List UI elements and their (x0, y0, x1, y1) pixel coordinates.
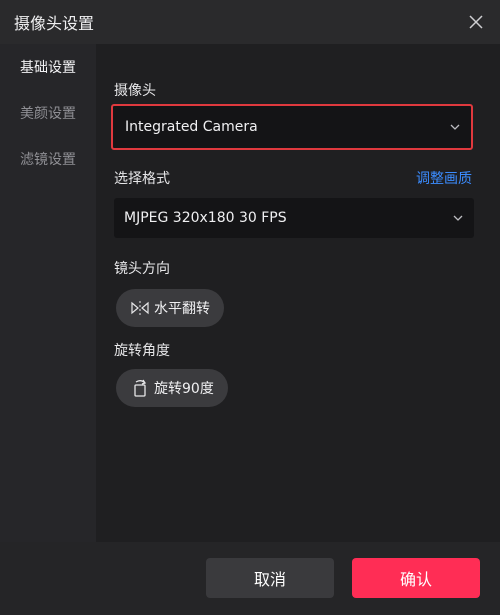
close-icon[interactable] (466, 12, 486, 32)
dialog-footer: 取消 确认 (0, 542, 500, 615)
camera-select-value: Integrated Camera (125, 119, 258, 135)
sidebar-item-filter[interactable]: 滤镜设置 (0, 136, 96, 182)
sidebar-item-label: 滤镜设置 (20, 152, 76, 168)
format-select[interactable]: MJPEG 320x180 30 FPS (114, 198, 474, 238)
window-title: 摄像头设置 (14, 14, 95, 33)
flip-horizontal-button[interactable]: 水平翻转 (116, 289, 224, 327)
rotate-90-label: 旋转90度 (154, 381, 214, 397)
sidebar-item-beauty[interactable]: 美颜设置 (0, 90, 96, 136)
sidebar-item-label: 基础设置 (20, 60, 76, 76)
rotate-icon (134, 379, 147, 397)
format-select-value: MJPEG 320x180 30 FPS (124, 210, 287, 226)
rotate-90-button[interactable]: 旋转90度 (116, 369, 228, 407)
format-label: 选择格式 (114, 171, 170, 187)
flip-horizontal-icon (131, 301, 149, 315)
chevron-down-icon (450, 124, 460, 130)
camera-label: 摄像头 (114, 83, 156, 99)
settings-panel: 摄像头 Integrated Camera 选择格式 调整画质 MJPEG 32… (96, 44, 500, 542)
title-bar: 摄像头设置 (0, 0, 500, 44)
chevron-down-icon (453, 215, 463, 221)
rotation-angle-label: 旋转角度 (114, 343, 170, 359)
sidebar: 基础设置 美颜设置 滤镜设置 (0, 44, 96, 542)
adjust-quality-link[interactable]: 调整画质 (416, 168, 472, 188)
confirm-button[interactable]: 确认 (352, 558, 480, 598)
cancel-button[interactable]: 取消 (206, 558, 334, 598)
lens-direction-label: 镜头方向 (114, 261, 170, 277)
camera-select[interactable]: Integrated Camera (111, 104, 473, 150)
sidebar-item-basic[interactable]: 基础设置 (0, 44, 96, 90)
flip-horizontal-label: 水平翻转 (154, 301, 210, 317)
sidebar-item-label: 美颜设置 (20, 106, 76, 122)
